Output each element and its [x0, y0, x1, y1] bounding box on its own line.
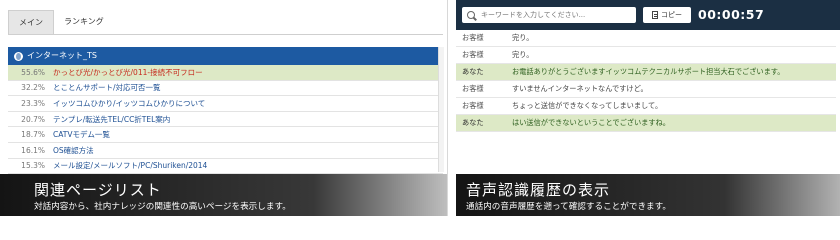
search-icon: [467, 11, 475, 19]
list-item[interactable]: 55.6% かっとび光/かっとび光/011-接続不可フロー: [8, 65, 443, 81]
utterance-text: はい送信ができないということでございますね。: [512, 118, 670, 127]
list-item[interactable]: 23.3% イッツコムひかり/イッツコムひかりについて: [8, 96, 443, 112]
list-item[interactable]: 20.7% テンプレ/転送先TEL/CC折TEL案内: [8, 112, 443, 128]
list-item[interactable]: 16.1% OS確認方法: [8, 143, 443, 159]
caption-overlay: 音声認識履歴の表示 通話内の音声履歴を遡って確認することができます。: [456, 174, 840, 216]
speaker-label: お客様: [462, 50, 484, 59]
page-link[interactable]: CATVモデム一覧: [53, 129, 110, 140]
utterance-text: 完り。: [512, 50, 534, 59]
related-page-list: 55.6% かっとび光/かっとび光/011-接続不可フロー 32.2% とことん…: [8, 65, 443, 175]
tab-divider: [8, 34, 443, 35]
transcript-row: お客様 ちょっと送信ができなくなってしまいまして。: [456, 98, 836, 115]
speaker-label: お客様: [462, 84, 484, 93]
globe-icon: [14, 51, 23, 61]
relevance-score: 20.7%: [21, 114, 45, 124]
caption-title: 音声認識履歴の表示: [466, 181, 611, 199]
tab-ranking[interactable]: ランキング: [54, 10, 114, 34]
copy-icon: [652, 11, 658, 19]
related-pages-panel: メイン ランキング インターネット_TS 55.6% かっとび光/かっとび光/0…: [0, 0, 448, 216]
relevance-score: 16.1%: [21, 145, 45, 155]
speaker-label: あなた: [462, 67, 484, 76]
transcript-row: お客様 完り。: [456, 30, 836, 47]
page-link[interactable]: OS確認方法: [53, 145, 94, 156]
call-timer: 00:00:57: [698, 7, 765, 22]
speech-history-panel: コピー 00:00:57 お客様 完り。 お客様 完り。 あなた お電話ありがと…: [456, 0, 840, 216]
search-input[interactable]: [481, 11, 631, 19]
copy-label: コピー: [661, 11, 682, 19]
tab-main[interactable]: メイン: [8, 10, 54, 34]
transcript-row: あなた お電話ありがとうございますイッツコムテクニカルサポート担当大石でございま…: [456, 64, 836, 81]
caption-description: 対話内容から、社内ナレッジの関連性の高いページを表示します。: [34, 202, 291, 212]
tab-bar: メイン ランキング: [8, 10, 114, 34]
speaker-label: お客様: [462, 101, 484, 110]
page-link[interactable]: とことんサポート/対応可否一覧: [53, 82, 161, 93]
page-link[interactable]: メール設定/メールソフト/PC/Shuriken/2014: [53, 160, 207, 171]
copy-button[interactable]: コピー: [643, 7, 691, 23]
caption-description: 通話内の音声履歴を遡って確認することができます。: [466, 202, 671, 212]
transcript-log: お客様 完り。 お客様 完り。 あなた お電話ありがとうございますイッツコムテク…: [456, 30, 836, 132]
transcript-row: あなた はい送信ができないということでございますね。: [456, 115, 836, 132]
list-item[interactable]: 18.7% CATVモデム一覧: [8, 127, 443, 143]
caption-overlay: 関連ページリスト 対話内容から、社内ナレッジの関連性の高いページを表示します。: [0, 174, 447, 216]
utterance-text: すいませんインターネットなんですけど。: [512, 84, 648, 93]
speaker-label: お客様: [462, 33, 484, 42]
transcript-row: お客様 すいませんインターネットなんですけど。: [456, 81, 836, 98]
utterance-text: お電話ありがとうございますイッツコムテクニカルサポート担当大石でございます。: [512, 67, 785, 76]
list-item[interactable]: 15.3% メール設定/メールソフト/PC/Shuriken/2014: [8, 159, 443, 175]
section-header[interactable]: インターネット_TS: [8, 47, 443, 65]
relevance-score: 15.3%: [21, 161, 45, 171]
speaker-label: あなた: [462, 118, 484, 127]
page-link[interactable]: かっとび光/かっとび光/011-接続不可フロー: [53, 67, 203, 78]
page-link[interactable]: テンプレ/転送先TEL/CC折TEL案内: [53, 114, 170, 125]
search-box[interactable]: [462, 7, 636, 23]
toolbar: コピー 00:00:57: [456, 0, 840, 30]
relevance-score: 55.6%: [21, 67, 45, 77]
section-title: インターネット_TS: [27, 51, 97, 60]
utterance-text: 完り。: [512, 33, 534, 42]
list-item[interactable]: 32.2% とことんサポート/対応可否一覧: [8, 81, 443, 97]
relevance-score: 23.3%: [21, 98, 45, 108]
relevance-score: 18.7%: [21, 130, 45, 140]
transcript-row: お客様 完り。: [456, 47, 836, 64]
relevance-score: 32.2%: [21, 83, 45, 93]
scrollbar[interactable]: [438, 47, 444, 172]
caption-title: 関連ページリスト: [34, 181, 162, 199]
utterance-text: ちょっと送信ができなくなってしまいまして。: [512, 101, 663, 110]
page-link[interactable]: イッツコムひかり/イッツコムひかりについて: [53, 98, 205, 109]
